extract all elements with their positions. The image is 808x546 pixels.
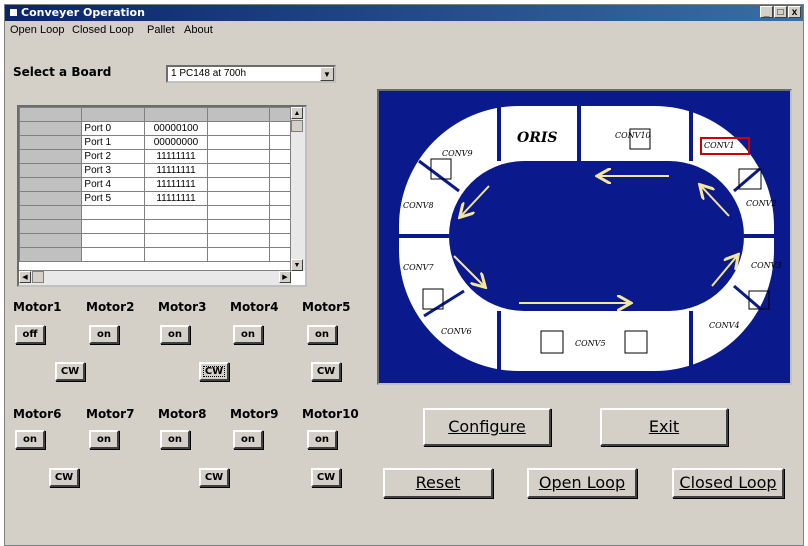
motor6-label: Motor6 <box>13 407 62 421</box>
port-value: 11111111 <box>144 177 208 192</box>
board-label: Select a Board <box>13 65 112 79</box>
scroll-down-icon[interactable]: ▼ <box>291 259 303 271</box>
motor10-direction-button[interactable]: CW <box>311 468 341 487</box>
motor6-toggle-button[interactable]: on <box>15 430 45 449</box>
port-name: Port 0 <box>81 121 146 136</box>
port-name: Port 3 <box>81 163 146 178</box>
motor5-direction-button[interactable]: CW <box>311 362 341 381</box>
open-loop-button[interactable]: Open Loop <box>527 468 637 498</box>
menu-about[interactable]: About <box>184 24 213 36</box>
motor5-label: Motor5 <box>302 300 351 314</box>
conv4-label[interactable]: CONV4 <box>709 321 740 330</box>
port-name: Port 5 <box>81 191 146 206</box>
motor7-label: Motor7 <box>86 407 135 421</box>
motor4-toggle-button[interactable]: on <box>233 325 263 344</box>
conv6-label[interactable]: CONV6 <box>441 327 472 336</box>
main-window: Conveyer Operation _ □ x Open Loop Close… <box>4 4 804 546</box>
closed-loop-button-label: Closed Loop <box>679 473 777 492</box>
minimize-button[interactable]: _ <box>760 6 773 18</box>
close-button[interactable]: x <box>788 6 801 18</box>
menu-bar: Open Loop Closed Loop Pallet About <box>5 22 803 38</box>
port-grid[interactable]: Port 0 00000100 Port 1 00000000 Port 2 1111… <box>17 105 307 287</box>
motor8-label: Motor8 <box>158 407 207 421</box>
motor1-label: Motor1 <box>13 300 62 314</box>
port-value: 11111111 <box>144 149 208 164</box>
horizontal-scrollbar[interactable]: ◀ ▶ <box>19 270 291 285</box>
configure-button-label: Configure <box>448 417 526 436</box>
conv2-label[interactable]: CONV2 <box>746 199 777 208</box>
motor3-direction-button[interactable]: CW <box>199 362 229 381</box>
title-bar[interactable]: Conveyer Operation _ □ x <box>5 5 803 21</box>
menu-closed-loop[interactable]: Closed Loop <box>72 24 134 36</box>
motor9-toggle-button[interactable]: on <box>233 430 263 449</box>
port-name: Port 2 <box>81 149 146 164</box>
window-title: Conveyer Operation <box>21 6 145 19</box>
closed-loop-button[interactable]: Closed Loop <box>672 468 784 498</box>
port-value: 11111111 <box>144 191 208 206</box>
motor10-toggle-button[interactable]: on <box>307 430 337 449</box>
motor4-label: Motor4 <box>230 300 279 314</box>
station-label: ORIS <box>517 130 558 146</box>
reset-button[interactable]: Reset <box>383 468 493 498</box>
motor9-label: Motor9 <box>230 407 279 421</box>
conv10-label[interactable]: CONV10 <box>615 131 651 140</box>
table-row: Port 5 11111111 <box>19 191 305 206</box>
motor3-label: Motor3 <box>158 300 207 314</box>
chevron-down-icon[interactable]: ▼ <box>320 67 334 81</box>
port-value: 00000100 <box>144 121 208 136</box>
motor1-direction-button[interactable]: CW <box>55 362 85 381</box>
open-loop-button-label: Open Loop <box>538 473 626 492</box>
motor8-toggle-button[interactable]: on <box>160 430 190 449</box>
conv7-label[interactable]: CONV7 <box>403 263 434 272</box>
app-icon <box>9 8 18 17</box>
conv8-label[interactable]: CONV8 <box>403 201 434 210</box>
maximize-button[interactable]: □ <box>774 6 787 18</box>
motor7-toggle-button[interactable]: on <box>89 430 119 449</box>
port-value: 11111111 <box>144 163 208 178</box>
board-select[interactable]: 1 PC148 at 700h ▼ <box>166 65 336 83</box>
hscroll-thumb[interactable] <box>32 271 44 283</box>
configure-button[interactable]: Configure <box>423 408 551 446</box>
table-row: Port 3 11111111 <box>19 163 305 178</box>
board-select-value: 1 PC148 at 700h <box>171 68 247 79</box>
scroll-right-icon[interactable]: ▶ <box>279 271 291 283</box>
vertical-scrollbar[interactable]: ▲ ▼ <box>290 107 305 271</box>
table-row: Port 0 00000100 <box>19 121 305 136</box>
exit-button-label: Exit <box>648 417 680 436</box>
conv3-label[interactable]: CONV3 <box>751 261 782 270</box>
menu-pallet[interactable]: Pallet <box>147 24 175 36</box>
conv9-label[interactable]: CONV9 <box>442 149 473 158</box>
conv5-label[interactable]: CONV5 <box>575 339 606 348</box>
table-row: Port 4 11111111 <box>19 177 305 192</box>
table-row: Port 2 11111111 <box>19 149 305 164</box>
scroll-left-icon[interactable]: ◀ <box>19 271 31 283</box>
conveyor-diagram: ORIS CONV1 CONV2 CONV3 CONV4 CONV5 CONV6… <box>377 89 792 385</box>
motor5-toggle-button[interactable]: on <box>307 325 337 344</box>
motor3-toggle-button[interactable]: on <box>160 325 190 344</box>
motor10-label: Motor10 <box>302 407 359 421</box>
menu-open-loop[interactable]: Open Loop <box>10 24 64 36</box>
port-name: Port 1 <box>81 135 146 150</box>
scroll-thumb[interactable] <box>291 120 303 132</box>
conv1-label[interactable]: CONV1 <box>704 141 735 150</box>
motor8-direction-button[interactable]: CW <box>199 468 229 487</box>
reset-button-label: Reset <box>415 473 461 492</box>
port-name: Port 4 <box>81 177 146 192</box>
motor6-direction-button[interactable]: CW <box>49 468 79 487</box>
motor2-toggle-button[interactable]: on <box>89 325 119 344</box>
exit-button[interactable]: Exit <box>600 408 728 446</box>
motor2-label: Motor2 <box>86 300 135 314</box>
motor1-toggle-button[interactable]: off <box>15 325 45 344</box>
scroll-up-icon[interactable]: ▲ <box>291 107 303 119</box>
table-row: Port 1 00000000 <box>19 135 305 150</box>
port-value: 00000000 <box>144 135 208 150</box>
